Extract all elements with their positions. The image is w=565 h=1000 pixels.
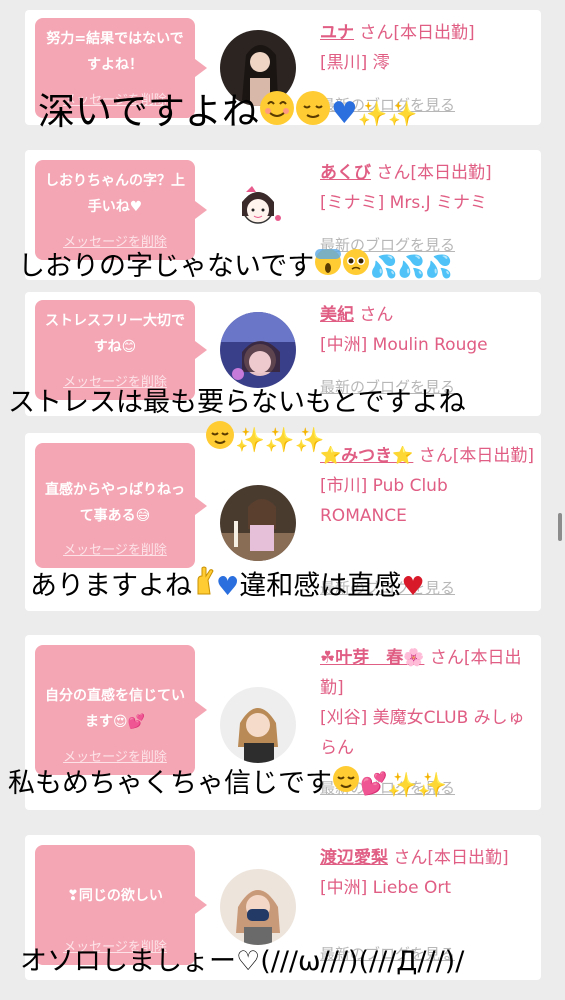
caption: ストレスは最も要らないもとですよね <box>8 383 565 423</box>
cast-name-link[interactable]: あくび <box>320 163 371 183</box>
shop-name: [中洲] Liebe Ort <box>320 878 452 898</box>
cast-name-link[interactable]: ☘叶芽 春🌸 <box>320 648 424 668</box>
caption-text: 違和感は直感 <box>239 570 402 602</box>
cast-name-link[interactable]: 渡辺愛梨 <box>320 848 388 868</box>
cast-info: 渡辺愛梨 さん[本日出勤] [中洲] Liebe Ort <box>320 843 535 903</box>
two-hearts-icon: 💕 <box>360 771 388 797</box>
delete-message-link[interactable]: メッセージを削除 <box>35 538 195 564</box>
caption-text: しおりの字じゃないです <box>18 251 315 282</box>
caption: 私もめちゃくちゃ信じです 💕✨✨ <box>8 764 565 805</box>
relieved-face-icon <box>205 420 235 459</box>
caption-text: 深いですよね <box>38 90 259 133</box>
blue-heart-icon: ♥ <box>330 95 358 131</box>
sparkles-icon: ✨✨ <box>387 770 448 799</box>
shop-name: [刈谷] 美魔女CLUB みしゅらん <box>320 708 525 758</box>
cast-info: ユナ さん[本日出勤] [黒川] 澪 <box>320 18 535 78</box>
message-text: しおりちゃんの字？上手いね♥ <box>45 173 185 215</box>
avatar[interactable] <box>220 869 296 945</box>
blue-heart-icon: ♥ <box>216 572 240 602</box>
smiling-face-icon <box>259 90 295 138</box>
message-text: 直感からやっぱりねって事ある😅 <box>45 482 185 524</box>
crossed-fingers-icon <box>192 566 216 608</box>
caption: 深いですよね ♥✨✨ <box>38 88 565 138</box>
caption: しおりの字じゃないです 💦💦💦 <box>18 247 565 288</box>
message-text: ❣同じの欲しい <box>67 888 163 904</box>
relieved-face-icon <box>332 765 360 805</box>
shop-name: [黒川] 澪 <box>320 53 390 73</box>
avatar[interactable] <box>220 170 296 246</box>
screaming-face-icon <box>314 248 342 288</box>
avatar[interactable] <box>220 485 296 561</box>
pleading-face-icon <box>342 248 370 288</box>
cast-info: あくび さん[本日出勤] [ミナミ] Mrs.J ミナミ <box>320 158 535 218</box>
sparkles-icon: ✨✨ <box>357 99 418 128</box>
cast-status: さん[本日出勤] <box>393 848 509 868</box>
message-bubble: 自分の直感を信じています😍💕 メッセージを削除 <box>35 645 207 775</box>
caption: ありますよね ♥違和感は直感♥ <box>30 566 565 608</box>
caption-text: ストレスは最も要らないもとですよね <box>8 387 466 418</box>
sweat-droplets-icon: 💦💦💦 <box>370 254 453 280</box>
message-text: ストレスフリー大切ですね😊 <box>45 313 185 355</box>
scrollbar[interactable] <box>558 513 562 541</box>
cast-status: さん[本日出勤] <box>376 163 492 183</box>
cast-name-link[interactable]: ユナ <box>320 23 354 43</box>
cast-name-link[interactable]: 美紀 <box>320 305 354 325</box>
caption-text: 私もめちゃくちゃ信じです <box>8 768 332 799</box>
shop-name: [ミナミ] Mrs.J ミナミ <box>320 193 488 213</box>
cast-info: 美紀 さん [中洲] Moulin Rouge <box>320 300 535 360</box>
message-text: 努力=結果ではないですよね！ <box>46 31 184 73</box>
message-text: 自分の直感を信じています😍💕 <box>45 688 185 730</box>
cast-status: さん <box>359 305 394 325</box>
avatar[interactable] <box>220 312 296 388</box>
message-bubble: 直感からやっぱりねって事ある😅 メッセージを削除 <box>35 443 207 568</box>
shop-name: [中洲] Moulin Rouge <box>320 335 488 355</box>
cast-info: ☘叶芽 春🌸 さん[本日出勤] [刈谷] 美魔女CLUB みしゅらん <box>320 643 535 763</box>
sparkles-icon: ✨✨✨ <box>235 425 325 454</box>
cast-status: さん[本日出勤] <box>359 23 475 43</box>
relieved-face-icon <box>295 90 331 138</box>
message-bubble: しおりちゃんの字？上手いね♥ メッセージを削除 <box>35 160 207 260</box>
shop-name: [市川] Pub Club ROMANCE <box>320 476 448 526</box>
caption-text: ありますよね <box>30 570 192 602</box>
avatar[interactable] <box>220 687 296 763</box>
red-heart-icon: ♥ <box>401 572 425 602</box>
caption-text: オソロしましょー♡(///ω///)(///Д///)/ <box>20 946 465 977</box>
caption-emoji-row: ✨✨✨ <box>205 420 565 459</box>
caption: オソロしましょー♡(///ω///)(///Д///)/ <box>20 942 565 982</box>
